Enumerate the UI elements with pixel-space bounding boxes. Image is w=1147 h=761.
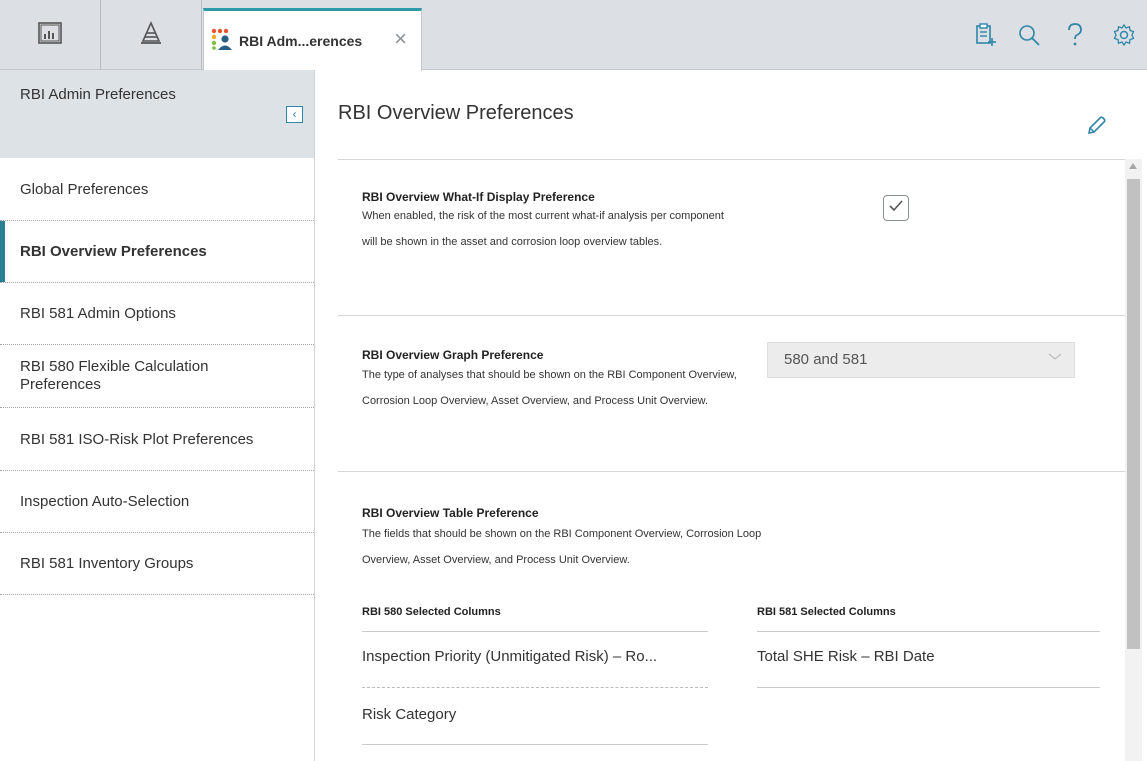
edit-button[interactable] (1085, 115, 1107, 137)
checkmark-icon (888, 199, 904, 218)
dashboard-icon (38, 21, 62, 49)
rbi-580-columns-header: RBI 580 Selected Columns (362, 606, 501, 618)
gear-icon (1113, 23, 1135, 51)
sidebar-item-global-preferences[interactable]: Global Preferences (0, 158, 314, 221)
scroll-up-arrow-icon[interactable] (1129, 163, 1137, 169)
rbi-581-columns-header: RBI 581 Selected Columns (757, 606, 896, 618)
hierarchy-tab[interactable] (101, 0, 202, 70)
sidebar-item-rbi-581-iso-risk-plot[interactable]: RBI 581 ISO-Risk Plot Preferences (0, 408, 314, 471)
sidebar-item-rbi-581-admin-options[interactable]: RBI 581 Admin Options (0, 283, 314, 345)
tab-rbi-admin-preferences[interactable]: RBI Adm...erences × (203, 8, 422, 71)
table-label: RBI Overview Table Preference (362, 506, 539, 520)
page-title: RBI Overview Preferences (338, 102, 574, 124)
sidebar-item-label: RBI 581 Admin Options (20, 305, 176, 322)
top-tab-bar: RBI Adm...erences × (0, 0, 1147, 71)
sidebar-title: RBI Admin Preferences (20, 86, 176, 103)
table-preference-section: RBI Overview Table Preference The fields… (338, 472, 1126, 761)
sidebar-item-label: Global Preferences (20, 180, 149, 198)
whatif-checkbox[interactable] (883, 195, 909, 221)
pencil-icon (1085, 116, 1107, 141)
rbi-581-column-item[interactable]: Total SHE Risk – RBI Date (757, 648, 935, 665)
whatif-label: RBI Overview What-If Display Preference (362, 190, 595, 204)
graph-preference-section: RBI Overview Graph Preference The type o… (338, 316, 1126, 472)
chevron-down-icon (1048, 349, 1062, 367)
sidebar: RBI Admin Preferences ‹ Global Preferenc… (0, 70, 315, 761)
graph-dropdown-value: 580 and 581 (784, 351, 868, 368)
rbi-admin-icon (211, 28, 233, 55)
divider (757, 687, 1100, 688)
whatif-display-section: RBI Overview What-If Display Preference … (338, 160, 1126, 316)
divider (362, 687, 708, 688)
divider (362, 744, 708, 745)
main-panel: RBI Overview Preferences RBI Overview Wh… (316, 70, 1147, 761)
table-description: The fields that should be shown on the R… (362, 528, 762, 566)
notes-icon (974, 22, 996, 52)
sidebar-item-label: RBI 580 Flexible Calculation Preferences (20, 358, 209, 393)
graph-preference-dropdown[interactable]: 580 and 581 (767, 342, 1075, 378)
sidebar-item-rbi-580-flexible-calculation[interactable]: RBI 580 Flexible Calculation Preferences (0, 345, 314, 408)
preferences-content: RBI Overview What-If Display Preference … (338, 159, 1126, 761)
sidebar-item-label: RBI 581 ISO-Risk Plot Preferences (20, 430, 254, 448)
sidebar-item-label: RBI Overview Preferences (20, 243, 207, 260)
settings-button[interactable] (1111, 23, 1137, 51)
graph-description: The type of analyses that should be show… (362, 369, 737, 407)
close-tab-icon[interactable]: × (394, 28, 407, 50)
tab-title: RBI Adm...erences (239, 33, 363, 49)
notes-button[interactable] (972, 22, 998, 52)
sidebar-item-inspection-auto-selection[interactable]: Inspection Auto-Selection (0, 471, 314, 533)
rbi-580-column-item[interactable]: Risk Category (362, 706, 456, 723)
help-icon (1067, 22, 1083, 52)
vertical-scrollbar[interactable] (1125, 159, 1142, 761)
sidebar-item-rbi-overview-preferences[interactable]: RBI Overview Preferences (0, 221, 314, 283)
help-button[interactable] (1062, 22, 1088, 52)
graph-label: RBI Overview Graph Preference (362, 348, 544, 362)
pyramid-icon (139, 20, 163, 50)
sidebar-header: RBI Admin Preferences ‹ (0, 70, 314, 158)
divider (757, 631, 1100, 632)
sidebar-item-label: Inspection Auto-Selection (20, 493, 190, 510)
search-button[interactable] (1016, 24, 1042, 50)
scrollbar-thumb[interactable] (1127, 179, 1140, 649)
dashboard-tab[interactable] (0, 0, 101, 70)
search-icon (1018, 24, 1040, 51)
rbi-580-column-item[interactable]: Inspection Priority (Unmitigated Risk) –… (362, 648, 657, 665)
sidebar-item-rbi-581-inventory-groups[interactable]: RBI 581 Inventory Groups (0, 533, 314, 595)
collapse-sidebar-icon[interactable]: ‹ (286, 106, 303, 123)
sidebar-item-label: RBI 581 Inventory Groups (20, 555, 194, 572)
divider (362, 631, 708, 632)
whatif-description: When enabled, the risk of the most curre… (362, 210, 724, 248)
